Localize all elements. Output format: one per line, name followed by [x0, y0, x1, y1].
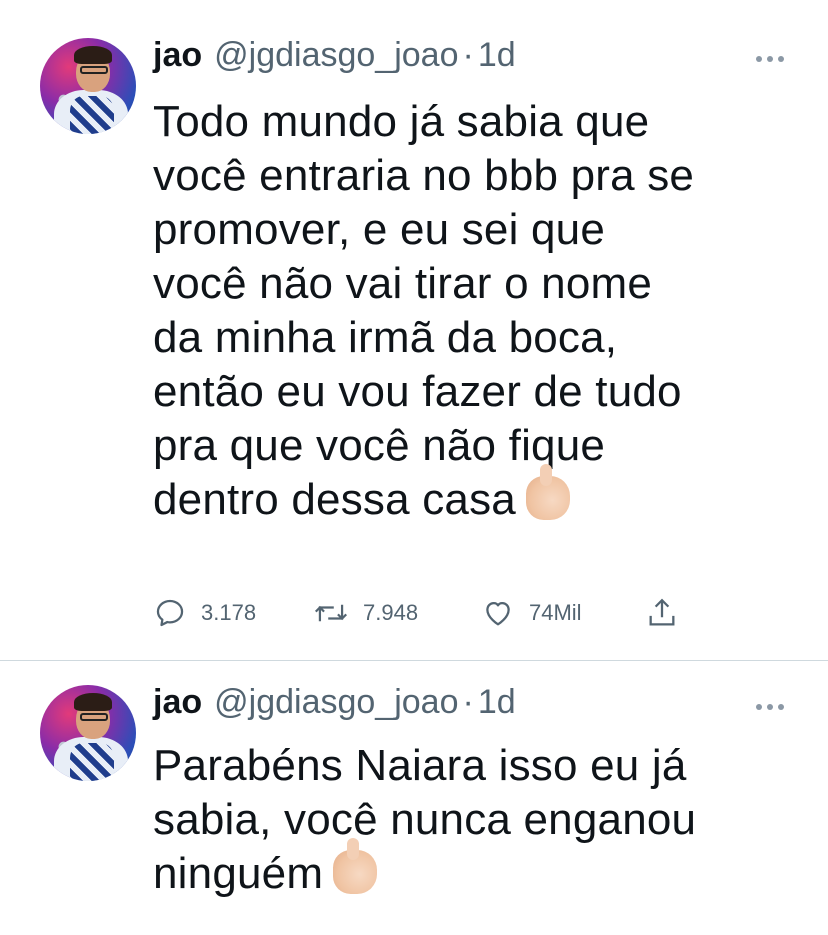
tweet[interactable]: jao @jgdiasgo_joao · 1d Parabéns Naiara … [0, 661, 828, 935]
reply-count: 3.178 [201, 600, 257, 625]
reply-button[interactable]: 3.178 [153, 596, 256, 630]
user-handle[interactable]: @jgdiasgo_joao [214, 36, 458, 75]
tweet-text-line: sabia, você nunca enganou [153, 795, 697, 844]
tweet-header: jao @jgdiasgo_joao · 1d [153, 36, 516, 76]
separator-dot: · [462, 36, 474, 74]
tweet-text-fragment: ninguém [153, 849, 324, 898]
tweet-text-line: dentro dessa casa [153, 464, 793, 527]
tweet-text-line: da minha irmã da boca, [153, 313, 618, 362]
user-handle[interactable]: @jgdiasgo_joao [214, 683, 458, 722]
like-button[interactable]: 74Mil [481, 596, 582, 630]
like-icon [486, 601, 510, 626]
tweet-text-line: ninguém [153, 838, 793, 901]
timestamp[interactable]: 1d [478, 683, 516, 722]
like-count: 74Mil [529, 600, 582, 625]
tweet[interactable]: jao @jgdiasgo_joao · 1d Todo mundo já sa… [0, 0, 828, 660]
share-icon [649, 598, 675, 626]
tweet-text-line: promover, e eu sei que [153, 205, 606, 254]
tweet-text-line: você não vai tirar o nome [153, 259, 653, 308]
tweet-actions: 3.178 7.948 74Mil [153, 596, 693, 636]
more-icon[interactable] [756, 55, 784, 63]
retweet-count: 7.948 [363, 600, 419, 625]
retweet-icon [314, 604, 348, 622]
tweet-text-line: então eu vou fazer de tudo [153, 367, 682, 416]
more-icon[interactable] [756, 703, 784, 711]
tweet-text: Todo mundo já sabia que você entraria no… [153, 95, 793, 527]
thumbs-up-emoji [333, 838, 378, 894]
display-name[interactable]: jao [153, 36, 202, 75]
tweet-text-line: Todo mundo já sabia que [153, 97, 650, 146]
display-name[interactable]: jao [153, 683, 202, 722]
thumbs-up-emoji [525, 464, 570, 520]
avatar[interactable] [40, 38, 136, 134]
share-button[interactable] [645, 596, 679, 630]
tweet-text: Parabéns Naiara isso eu já sabia, você n… [153, 739, 793, 901]
tweet-text-fragment: dentro dessa casa [153, 475, 516, 524]
avatar[interactable] [40, 685, 136, 781]
tweet-text-line: pra que você não fique [153, 421, 606, 470]
tweet-text-line: Parabéns Naiara isso eu já [153, 741, 687, 790]
separator-dot: · [462, 683, 474, 721]
timestamp[interactable]: 1d [478, 36, 516, 75]
tweet-text-line: você entraria no bbb pra se [153, 151, 695, 200]
tweet-header: jao @jgdiasgo_joao · 1d [153, 683, 516, 723]
reply-icon [156, 599, 184, 627]
retweet-button[interactable]: 7.948 [313, 596, 418, 630]
